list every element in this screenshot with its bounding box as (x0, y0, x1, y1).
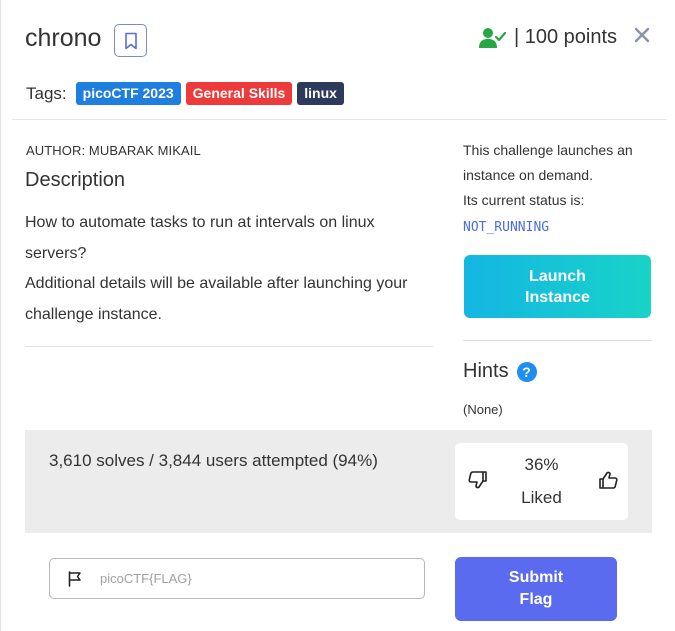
flag-icon (67, 570, 83, 587)
instance-info-text: This challenge launches an instance on d… (463, 142, 633, 183)
instance-status-label: Its current status is: (463, 192, 585, 208)
tag-picoctf-2023[interactable]: picoCTF 2023 (75, 82, 181, 105)
instance-info: This challenge launches an instance on d… (463, 138, 653, 213)
submit-label: Submit (508, 569, 564, 586)
modal-edge (0, 0, 1, 631)
challenge-title: chrono (25, 24, 102, 52)
description-body: How to automate tasks to run at interval… (25, 208, 440, 330)
hints-heading: Hints ? (463, 360, 537, 383)
thumbs-up-icon (599, 471, 618, 489)
description-line: How to automate tasks to run at interval… (25, 214, 375, 262)
launch-label: Launch (529, 267, 586, 285)
tags-label: Tags: (26, 83, 67, 103)
author-line: AUTHOR: MUBARAK MIKAIL (26, 143, 201, 158)
submit-flag-button[interactable]: Submit Flag (455, 557, 617, 621)
user-check-icon (478, 27, 506, 48)
stats-panel: 3,610 solves / 3,844 users attempted (94… (25, 430, 652, 533)
solves-text: 3,610 solves / 3,844 users attempted (94… (49, 451, 378, 470)
tag-general-skills[interactable]: General Skills (185, 82, 293, 105)
hints-title: Hints (463, 360, 509, 382)
tag-linux[interactable]: linux (297, 82, 344, 105)
thumbs-up-button[interactable] (598, 471, 618, 494)
points-display: | 100 points (478, 26, 617, 49)
points-text: | 100 points (513, 26, 617, 48)
bookmark-button[interactable] (114, 24, 147, 57)
flag-input[interactable] (100, 571, 380, 586)
hints-divider (463, 340, 652, 341)
like-box: 36% Liked (455, 443, 628, 520)
tag-list: Tags: picoCTF 2023 General Skills linux (26, 82, 344, 105)
launch-label: Instance (525, 288, 590, 306)
help-icon[interactable]: ? (516, 361, 537, 382)
bookmark-icon (124, 32, 137, 49)
instance-status: NOT_RUNNING (463, 220, 550, 235)
description-heading: Description (25, 169, 126, 191)
close-button[interactable] (631, 24, 653, 46)
description-line: Additional details will be available aft… (25, 275, 408, 323)
close-icon (634, 27, 650, 43)
flag-input-wrapper (49, 558, 425, 599)
header-divider (12, 119, 667, 120)
hints-body: (None) (463, 402, 503, 417)
description-divider (25, 346, 433, 347)
submit-label: Flag (519, 591, 553, 608)
launch-instance-button[interactable]: Launch Instance (464, 255, 651, 318)
challenge-modal: chrono | 100 points Tags: picoCTF 2023 G… (0, 0, 675, 631)
